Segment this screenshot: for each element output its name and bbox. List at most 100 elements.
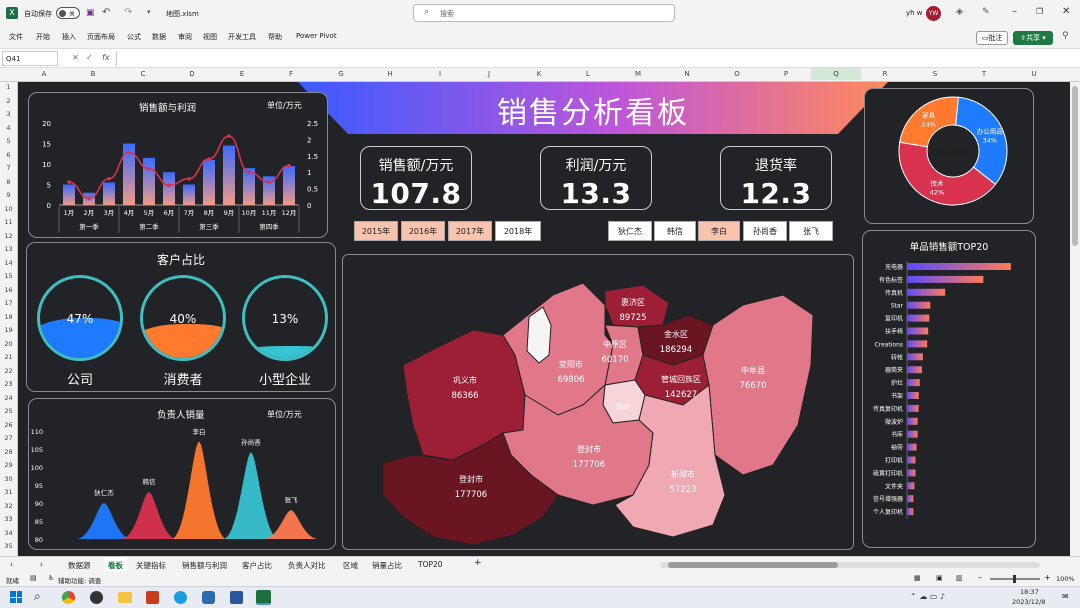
row-header[interactable]: 19: [0, 326, 17, 334]
slicer-person[interactable]: 张飞: [789, 221, 833, 241]
pin-icon[interactable]: ⚲: [1062, 31, 1069, 41]
row-header[interactable]: 6: [0, 151, 17, 159]
vertical-scrollbar[interactable]: [1070, 82, 1080, 556]
add-sheet-icon[interactable]: +: [474, 558, 482, 568]
column-header[interactable]: D: [167, 70, 217, 78]
word-icon[interactable]: [230, 591, 243, 604]
row-header[interactable]: 28: [0, 448, 17, 456]
menu-item[interactable]: 开始: [36, 32, 50, 42]
row-header[interactable]: 22: [0, 367, 17, 375]
row-header[interactable]: 34: [0, 529, 17, 537]
save-icon[interactable]: ▣: [86, 8, 95, 18]
column-header[interactable]: S: [910, 70, 960, 78]
row-header[interactable]: 17: [0, 299, 17, 307]
notification-icon[interactable]: ✉: [1062, 592, 1069, 601]
column-header[interactable]: R: [860, 70, 910, 78]
column-header[interactable]: A: [19, 70, 69, 78]
column-header[interactable]: B: [68, 70, 118, 78]
row-header[interactable]: 25: [0, 407, 17, 415]
row-header[interactable]: 2: [0, 97, 17, 105]
page-layout-icon[interactable]: ▣: [936, 574, 943, 582]
column-header[interactable]: M: [613, 70, 663, 78]
diamond-icon[interactable]: ◈: [956, 7, 963, 17]
slicer-person[interactable]: 狄仁杰: [608, 221, 652, 241]
row-header[interactable]: 18: [0, 313, 17, 321]
sheet-tab[interactable]: TOP20: [418, 560, 443, 569]
column-header[interactable]: O: [712, 70, 762, 78]
row-header[interactable]: 31: [0, 488, 17, 496]
normal-view-icon[interactable]: ▦: [914, 574, 921, 582]
row-header[interactable]: 27: [0, 434, 17, 442]
tab-prev-icon[interactable]: ‹: [10, 560, 13, 569]
sheet-tab[interactable]: 区域: [343, 560, 358, 571]
menu-item[interactable]: 开发工具: [228, 32, 256, 42]
clock-time[interactable]: 18:37: [1020, 588, 1039, 596]
column-header[interactable]: H: [365, 70, 415, 78]
column-header[interactable]: C: [118, 70, 168, 78]
search-box[interactable]: ⌕ 搜索: [413, 4, 675, 22]
powerpoint-icon[interactable]: [146, 591, 159, 604]
menu-item[interactable]: 帮助: [268, 32, 282, 42]
windows-start-icon[interactable]: [10, 591, 22, 603]
menu-item[interactable]: 审阅: [178, 32, 192, 42]
column-header[interactable]: T: [959, 70, 1009, 78]
column-header[interactable]: E: [217, 70, 267, 78]
menu-item[interactable]: 页面布局: [87, 32, 115, 42]
row-header[interactable]: 15: [0, 272, 17, 280]
tab-next-icon[interactable]: ›: [40, 560, 43, 569]
undo-icon[interactable]: ↶: [102, 7, 110, 18]
sheet-tab[interactable]: 销量占比: [372, 560, 402, 571]
column-header[interactable]: G: [316, 70, 366, 78]
scroll-thumb[interactable]: [1072, 86, 1078, 246]
column-header[interactable]: I: [415, 70, 465, 78]
row-header[interactable]: 1: [0, 83, 17, 91]
slicer-year[interactable]: 2018年: [495, 221, 541, 241]
row-header[interactable]: 24: [0, 394, 17, 402]
share-button[interactable]: ⇪共享 ▾: [1013, 31, 1053, 45]
row-header[interactable]: 11: [0, 218, 17, 226]
sheet-tab[interactable]: 数据源: [68, 560, 91, 571]
row-header[interactable]: 9: [0, 191, 17, 199]
avatar[interactable]: YW: [926, 6, 941, 21]
app-icon[interactable]: [90, 591, 103, 604]
column-header[interactable]: P: [761, 70, 811, 78]
row-header[interactable]: 30: [0, 475, 17, 483]
slicer-year[interactable]: 2015年: [354, 221, 398, 241]
menu-item[interactable]: 视图: [203, 32, 217, 42]
zoom-out-icon[interactable]: –: [978, 573, 982, 582]
row-header[interactable]: 3: [0, 110, 17, 118]
close-icon[interactable]: ✕: [1062, 6, 1070, 17]
row-header[interactable]: 26: [0, 421, 17, 429]
macro-icon[interactable]: ▤: [30, 574, 37, 582]
pen-icon[interactable]: ✎: [982, 7, 990, 17]
menu-item[interactable]: 文件: [9, 32, 23, 42]
slicer-year[interactable]: 2016年: [401, 221, 445, 241]
sheet-tab[interactable]: 关键指标: [136, 560, 166, 571]
sheet-tab[interactable]: 销售额与利润: [182, 560, 227, 571]
row-header[interactable]: 21: [0, 353, 17, 361]
menu-item[interactable]: 插入: [62, 32, 76, 42]
zoom-level[interactable]: 100%: [1056, 575, 1075, 583]
enter-icon[interactable]: ✓: [86, 53, 93, 62]
row-header[interactable]: 5: [0, 137, 17, 145]
column-header[interactable]: N: [662, 70, 712, 78]
row-header[interactable]: 16: [0, 286, 17, 294]
zoom-in-icon[interactable]: +: [1044, 573, 1051, 582]
redo-icon[interactable]: ↷: [124, 7, 132, 18]
restore-icon[interactable]: ❐: [1036, 7, 1043, 16]
row-header[interactable]: 20: [0, 340, 17, 348]
row-header[interactable]: 32: [0, 502, 17, 510]
row-header[interactable]: 33: [0, 515, 17, 523]
sheet-tab[interactable]: 客户占比: [242, 560, 272, 571]
accessibility-icon[interactable]: ♿: [48, 574, 54, 582]
row-header[interactable]: 10: [0, 205, 17, 213]
zoom-slider[interactable]: [990, 575, 1040, 583]
page-break-icon[interactable]: ▥: [956, 574, 963, 582]
tray-icons[interactable]: ⌃ ☁ ▭ ♪: [910, 592, 945, 601]
formula-input[interactable]: [116, 51, 1074, 66]
chrome-icon[interactable]: [62, 591, 75, 604]
column-header[interactable]: J: [464, 70, 514, 78]
slicer-person[interactable]: 李白: [698, 221, 740, 241]
edge-icon[interactable]: [174, 591, 187, 604]
menu-item[interactable]: 公式: [127, 32, 141, 42]
